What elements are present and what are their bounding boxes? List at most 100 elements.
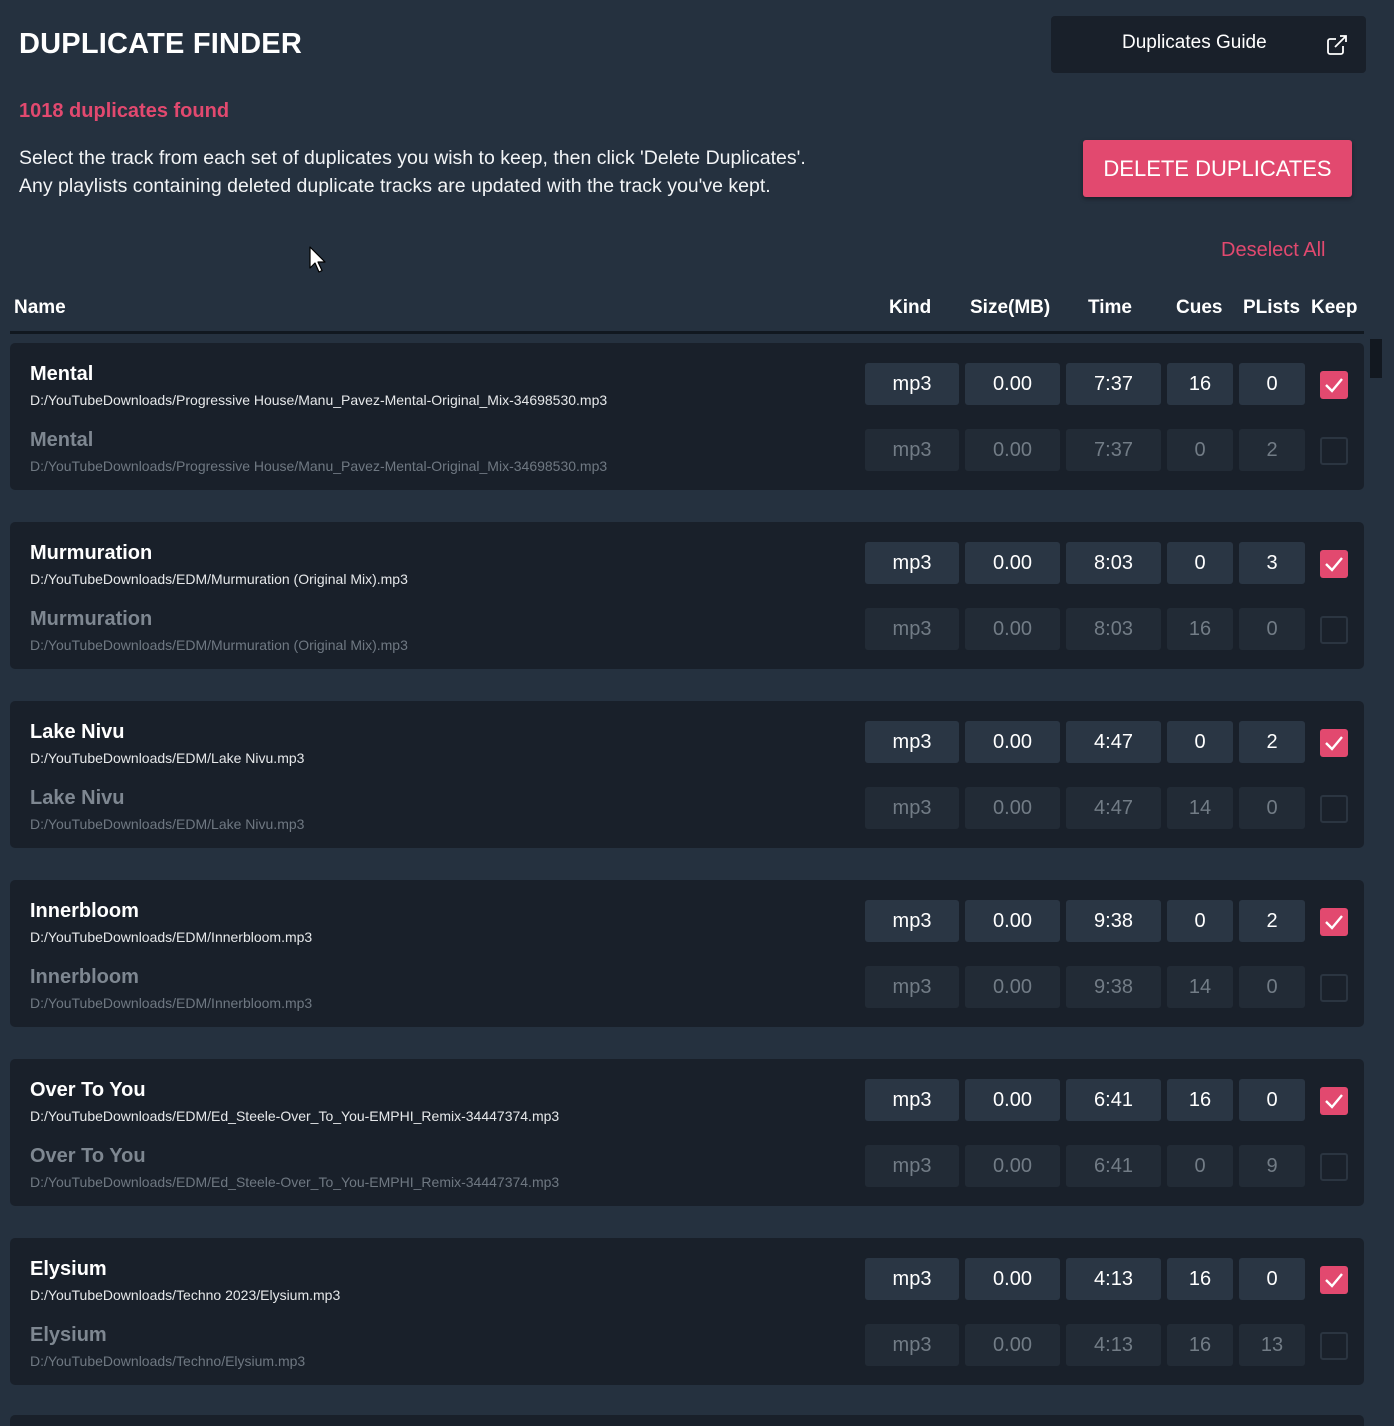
duplicate-group: Innerbloom D:/YouTubeDownloads/EDM/Innerb… (10, 880, 1364, 1027)
plists-cell: 0 (1239, 966, 1305, 1008)
column-header-time[interactable]: Time (1088, 297, 1132, 319)
duplicate-group: Elysium D:/YouTubeDownloads/Techno 2023/E… (10, 1238, 1364, 1385)
time-cell: 4:13 (1066, 1324, 1161, 1366)
instructions: Select the track from each set of duplic… (19, 144, 806, 200)
track-row[interactable]: Mental D:/YouTubeDownloads/Progressive Ho… (10, 361, 1364, 427)
track-row[interactable]: Murmuration D:/YouTubeDownloads/EDM/Murmu… (10, 540, 1364, 606)
cues-cell: 14 (1167, 966, 1233, 1008)
mouse-cursor-icon (309, 246, 326, 273)
cues-cell: 16 (1167, 608, 1233, 650)
duplicate-group: Over To You D:/YouTubeDownloads/EDM/Ed_St… (10, 1059, 1364, 1206)
track-row[interactable]: Murmuration D:/YouTubeDownloads/EDM/Murmu… (10, 606, 1364, 672)
plists-cell: 9 (1239, 1145, 1305, 1187)
track-row[interactable]: Innerbloom D:/YouTubeDownloads/EDM/Innerb… (10, 964, 1364, 1030)
column-header-plists[interactable]: PLists (1243, 297, 1300, 319)
cues-cell: 0 (1167, 429, 1233, 471)
keep-checkbox[interactable] (1320, 1266, 1348, 1294)
size-cell: 0.00 (965, 608, 1060, 650)
size-cell: 0.00 (965, 1145, 1060, 1187)
track-row[interactable]: Mental D:/YouTubeDownloads/Progressive Ho… (10, 427, 1364, 493)
keep-checkbox[interactable] (1320, 437, 1348, 465)
plists-cell: 0 (1239, 787, 1305, 829)
cues-cell: 14 (1167, 787, 1233, 829)
kind-cell: mp3 (865, 1258, 959, 1300)
size-cell: 0.00 (965, 721, 1060, 763)
kind-cell: mp3 (865, 542, 959, 584)
checkmark-icon (1325, 1273, 1343, 1288)
keep-checkbox[interactable] (1320, 908, 1348, 936)
cues-cell: 16 (1167, 363, 1233, 405)
size-cell: 0.00 (965, 1079, 1060, 1121)
column-header-cues[interactable]: Cues (1176, 297, 1222, 319)
keep-checkbox[interactable] (1320, 616, 1348, 644)
track-path: D:/YouTubeDownloads/Progressive House/Ma… (30, 458, 608, 474)
kind-cell: mp3 (865, 900, 959, 942)
track-row[interactable]: Innerbloom D:/YouTubeDownloads/EDM/Innerb… (10, 898, 1364, 964)
column-header-kind[interactable]: Kind (889, 297, 931, 319)
size-cell: 0.00 (965, 787, 1060, 829)
track-name: Innerbloom (30, 966, 139, 988)
keep-checkbox[interactable] (1320, 729, 1348, 757)
track-name: Elysium (30, 1258, 107, 1280)
time-cell: 8:03 (1066, 608, 1161, 650)
track-name: Murmuration (30, 608, 153, 630)
size-cell: 0.00 (965, 429, 1060, 471)
keep-checkbox[interactable] (1320, 550, 1348, 578)
track-row[interactable]: Over To You D:/YouTubeDownloads/EDM/Ed_St… (10, 1077, 1364, 1143)
track-row[interactable]: Elysium D:/YouTubeDownloads/Techno/Elysiu… (10, 1322, 1364, 1388)
duplicates-count: 1018 duplicates found (19, 100, 230, 122)
column-header-size[interactable]: Size(MB) (970, 297, 1050, 319)
time-cell: 7:37 (1066, 429, 1161, 471)
plists-cell: 3 (1239, 542, 1305, 584)
track-name: Lake Nivu (30, 787, 125, 809)
keep-checkbox[interactable] (1320, 974, 1348, 1002)
track-row[interactable]: Over To You D:/YouTubeDownloads/EDM/Ed_St… (10, 1143, 1364, 1209)
track-name: Elysium (30, 1324, 107, 1346)
column-header-keep[interactable]: Keep (1311, 297, 1357, 319)
kind-cell: mp3 (865, 966, 959, 1008)
deselect-all-link[interactable]: Deselect All (1221, 239, 1326, 262)
scrollbar-thumb[interactable] (1370, 339, 1382, 378)
plists-cell: 0 (1239, 363, 1305, 405)
duplicates-guide-button[interactable]: Duplicates Guide (1051, 16, 1366, 73)
kind-cell: mp3 (865, 429, 959, 471)
track-path: D:/YouTubeDownloads/Techno 2023/Elysium.… (30, 1287, 341, 1303)
track-path: D:/YouTubeDownloads/EDM/Murmuration (Ori… (30, 637, 408, 653)
keep-checkbox[interactable] (1320, 1153, 1348, 1181)
track-name: Mental (30, 363, 94, 385)
track-row[interactable]: Lake Nivu D:/YouTubeDownloads/EDM/Lake Ni… (10, 785, 1364, 851)
size-cell: 0.00 (965, 1324, 1060, 1366)
checkmark-icon (1325, 378, 1343, 393)
delete-duplicates-button[interactable]: DELETE DUPLICATES (1083, 140, 1352, 197)
track-name: Murmuration (30, 542, 153, 564)
keep-checkbox[interactable] (1320, 1087, 1348, 1115)
checkmark-icon (1325, 915, 1343, 930)
plists-cell: 0 (1239, 1079, 1305, 1121)
track-path: D:/YouTubeDownloads/EDM/Ed_Steele-Over_T… (30, 1174, 560, 1190)
keep-checkbox[interactable] (1320, 371, 1348, 399)
track-row[interactable]: Lake Nivu D:/YouTubeDownloads/EDM/Lake Ni… (10, 719, 1364, 785)
duplicate-finder-page: DUPLICATE FINDER Duplicates Guide 1018 d… (0, 0, 1394, 1426)
cues-cell: 16 (1167, 1324, 1233, 1366)
cues-cell: 16 (1167, 1079, 1233, 1121)
cues-cell: 16 (1167, 1258, 1233, 1300)
cues-cell: 0 (1167, 900, 1233, 942)
track-row[interactable]: Elysium D:/YouTubeDownloads/Techno 2023/E… (10, 1256, 1364, 1322)
size-cell: 0.00 (965, 966, 1060, 1008)
duplicate-groups-list: Mental D:/YouTubeDownloads/Progressive Ho… (10, 343, 1364, 1417)
column-header-name[interactable]: Name (14, 297, 66, 319)
duplicate-group: Lake Nivu D:/YouTubeDownloads/EDM/Lake Ni… (10, 701, 1364, 848)
duplicates-guide-label: Duplicates Guide (1122, 32, 1267, 53)
track-path: D:/YouTubeDownloads/EDM/Murmuration (Ori… (30, 571, 408, 587)
time-cell: 6:41 (1066, 1145, 1161, 1187)
keep-checkbox[interactable] (1320, 795, 1348, 823)
duplicate-group: Mental D:/YouTubeDownloads/Progressive Ho… (10, 343, 1364, 490)
duplicate-group-partial (10, 1415, 1364, 1426)
instruction-line-2: Any playlists containing deleted duplica… (19, 175, 771, 197)
time-cell: 4:47 (1066, 721, 1161, 763)
kind-cell: mp3 (865, 608, 959, 650)
keep-checkbox[interactable] (1320, 1332, 1348, 1360)
kind-cell: mp3 (865, 363, 959, 405)
checkmark-icon (1325, 736, 1343, 751)
checkmark-icon (1325, 557, 1343, 572)
